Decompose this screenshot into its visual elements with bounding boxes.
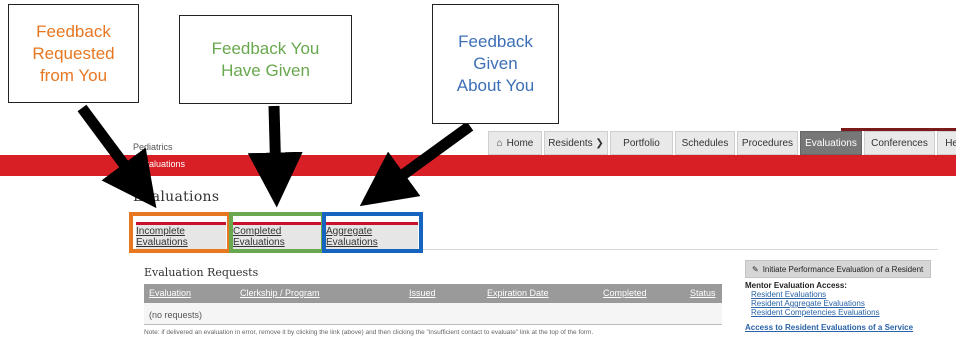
edit-icon: ✎	[752, 264, 759, 274]
arrow-completed	[247, 105, 303, 208]
table-divider	[144, 324, 722, 325]
link-resident-competencies[interactable]: Resident Competencies Evaluations	[751, 308, 880, 317]
link-resident-evaluations[interactable]: Resident Evaluations	[751, 290, 826, 299]
link-access-service[interactable]: Access to Resident Evaluations of a Serv…	[745, 323, 913, 332]
link-resident-aggregate[interactable]: Resident Aggregate Evaluations	[751, 299, 865, 308]
col-evaluation[interactable]: Evaluation	[149, 288, 191, 298]
arrow-aggregate	[359, 121, 474, 207]
section-title: Evaluation Requests	[144, 266, 259, 279]
empty-row-text: (no requests)	[149, 310, 203, 320]
col-status[interactable]: Status	[690, 288, 716, 298]
col-issued[interactable]: Issued	[409, 288, 436, 298]
callout-given: Feedback You Have Given	[179, 15, 352, 104]
col-completed[interactable]: Completed	[603, 288, 647, 298]
initiate-evaluation-button[interactable]: ✎ Initiate Performance Evaluation of a R…	[745, 260, 931, 278]
table-row	[144, 303, 722, 324]
col-expiration[interactable]: Expiration Date	[487, 288, 549, 298]
initiate-label: Initiate Performance Evaluation of a Res…	[762, 264, 924, 274]
callout-about-you: Feedback Given About You	[432, 4, 559, 124]
callout-requested-text: Feedback Requested from You	[32, 21, 115, 85]
mentor-access-title: Mentor Evaluation Access:	[745, 281, 847, 290]
col-clerkship[interactable]: Clerkship / Program	[240, 288, 320, 298]
arrow-incomplete	[77, 104, 157, 209]
footnote: Note: if delivered an evaluation in erro…	[144, 329, 594, 336]
callout-about-you-text: Feedback Given About You	[456, 32, 535, 95]
callout-given-text: Feedback You Have Given	[211, 38, 320, 80]
callout-requested: Feedback Requested from You	[8, 4, 139, 103]
